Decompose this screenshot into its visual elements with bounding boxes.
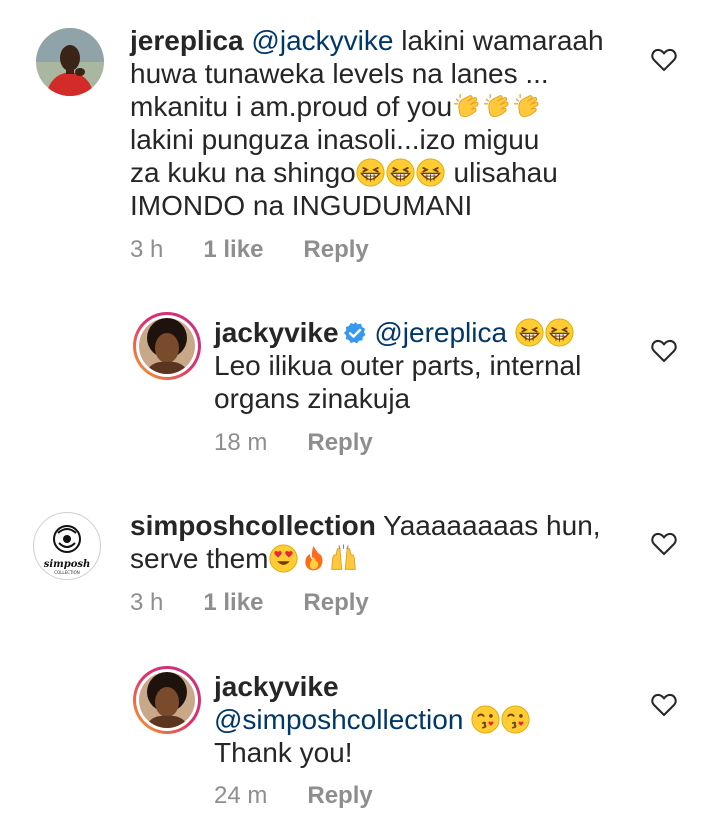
comment-line: mkanitu i am.proud of you: [130, 91, 453, 122]
comment-meta: 24 m Reply: [214, 782, 373, 810]
verified-badge-icon: [343, 322, 365, 344]
comment-line: Thank you!: [214, 737, 353, 768]
reply-button[interactable]: Reply: [303, 589, 368, 617]
comment-mention[interactable]: @simposhcollection: [214, 704, 463, 735]
heart-outline-icon[interactable]: [651, 532, 677, 556]
heart-outline-icon[interactable]: [651, 48, 677, 72]
fire-emoji: [299, 544, 328, 573]
comment-text: jackyvike @simposhcollection Thank you!: [214, 670, 634, 769]
comment-mention[interactable]: @jackyvike: [251, 25, 393, 56]
grinning-squinting-face-emoji: [416, 158, 445, 187]
heart-outline-icon[interactable]: [651, 339, 677, 363]
avatar-jereplica[interactable]: [36, 28, 104, 96]
clapping-hands-emoji: [482, 92, 511, 121]
clapping-hands-emoji: [512, 92, 541, 121]
comment-line: serve them: [130, 543, 269, 574]
comment-line: ulisahau: [445, 157, 558, 188]
comment-time: 3 h: [130, 589, 164, 616]
comment-likes[interactable]: 1 like: [203, 236, 263, 264]
grinning-squinting-face-emoji: [356, 158, 385, 187]
comment-time: 24 m: [214, 782, 268, 809]
comment-line: IMONDO na INGUDUMANI: [130, 190, 473, 221]
comment-line: huwa tunaweka levels na lanes ...: [130, 58, 549, 89]
comment-time: 18 m: [214, 429, 268, 456]
raising-hands-emoji: [329, 544, 358, 573]
avatar-photo: [139, 672, 195, 728]
comment-meta: 3 h 1 like Reply: [130, 589, 369, 617]
comment-line: Leo ilikua outer parts, internal: [214, 350, 582, 381]
avatar-simposhcollection[interactable]: simposh COLLECTION: [33, 512, 101, 580]
heart-outline-icon[interactable]: [651, 693, 677, 717]
reply-button[interactable]: Reply: [307, 429, 372, 457]
reply-button[interactable]: Reply: [307, 782, 372, 810]
comment-text: jereplica @jackyvike lakini wamaraah huw…: [130, 24, 620, 222]
comment-time: 3 h: [130, 236, 164, 263]
grinning-squinting-face-emoji: [386, 158, 415, 187]
comment-meta: 18 m Reply: [214, 429, 373, 457]
avatar-jackyvike[interactable]: [133, 666, 201, 734]
smiling-heart-eyes-emoji: [269, 544, 298, 573]
comment-text: simposhcollection Yaaaaaaaas hun, serve …: [130, 509, 620, 575]
comment-line: lakini punguza inasoli...izo miguu: [130, 124, 540, 155]
comment-likes[interactable]: 1 like: [203, 589, 263, 617]
grinning-squinting-face-emoji: [515, 318, 544, 347]
comment-mention[interactable]: @jereplica: [374, 317, 507, 348]
comment-line: Yaaaaaaaas hun,: [375, 510, 601, 541]
comment-text: jackyvike @jereplica Leo ilikua outer pa…: [214, 316, 634, 415]
comment-line: za kuku na shingo: [130, 157, 356, 188]
comment-meta: 3 h 1 like Reply: [130, 236, 369, 264]
comment-username[interactable]: jackyvike: [214, 317, 339, 348]
comment-line: lakini wamaraah: [393, 25, 604, 56]
face-blowing-kiss-emoji: [501, 705, 530, 734]
avatar-jackyvike[interactable]: [133, 312, 201, 380]
comment-username[interactable]: jereplica: [130, 25, 244, 56]
reply-button[interactable]: Reply: [303, 236, 368, 264]
comment-line: organs zinakuja: [214, 383, 411, 414]
face-blowing-kiss-emoji: [471, 705, 500, 734]
simposh-logo-subtext: COLLECTION: [54, 570, 79, 575]
avatar-photo: [139, 318, 195, 374]
comment-username[interactable]: jackyvike: [214, 671, 339, 702]
comment-username[interactable]: simposhcollection: [130, 510, 376, 541]
simposh-logo-text: simposh: [44, 559, 91, 570]
grinning-squinting-face-emoji: [545, 318, 574, 347]
clapping-hands-emoji: [452, 92, 481, 121]
